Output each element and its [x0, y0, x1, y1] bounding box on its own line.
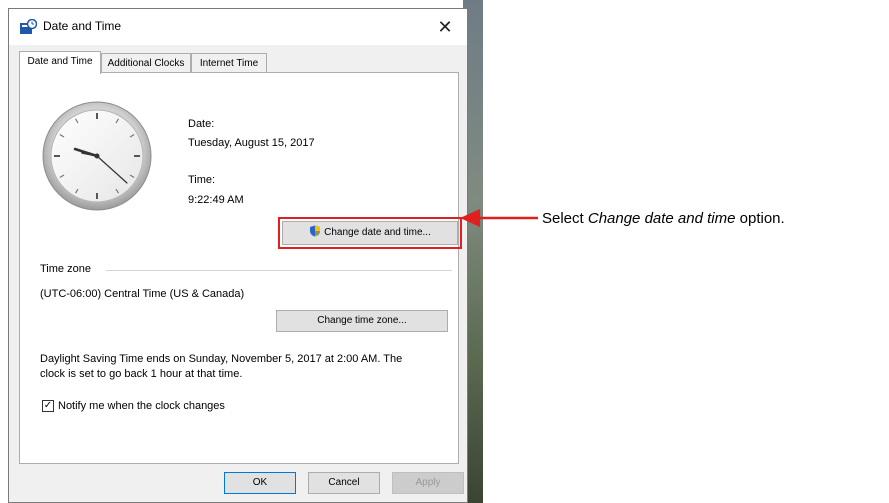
title-bar: Date and Time ✕ [9, 9, 467, 45]
close-icon[interactable]: ✕ [433, 15, 457, 39]
tab-date-and-time[interactable]: Date and Time [19, 51, 101, 74]
timezone-divider [106, 270, 452, 271]
date-time-dialog: Date and Time ✕ Date and Time Additional… [8, 8, 468, 503]
timezone-section-label: Time zone [40, 263, 91, 275]
instruction-annotation: Select Change date and time option. [542, 210, 785, 227]
tab-additional-clocks[interactable]: Additional Clocks [101, 53, 191, 73]
timezone-value: (UTC-06:00) Central Time (US & Canada) [40, 288, 245, 300]
annotation-prefix: Select [542, 210, 588, 227]
cancel-button[interactable]: Cancel [308, 472, 380, 494]
apply-button[interactable]: Apply [392, 472, 464, 494]
notify-label: Notify me when the clock changes [58, 400, 225, 412]
date-time-panel: Date: Tuesday, August 15, 2017 Time: 9:2… [19, 72, 462, 464]
ok-button[interactable]: OK [224, 472, 296, 494]
uac-shield-icon [310, 225, 321, 237]
dst-text-line-1: Daylight Saving Time ends on Sunday, Nov… [40, 353, 403, 365]
change-date-time-label: Change date and time... [324, 227, 431, 238]
red-arrow-pointer [460, 209, 538, 227]
annotation-emphasis: Change date and time [587, 210, 736, 227]
change-date-time-button[interactable]: Change date and time... [282, 221, 458, 245]
tab-internet-time[interactable]: Internet Time [191, 53, 267, 73]
window-title: Date and Time [43, 19, 122, 33]
time-label: Time: [188, 174, 216, 186]
analog-clock-icon [42, 101, 152, 211]
time-value: 9:22:49 AM [188, 194, 244, 206]
notify-checkbox[interactable]: ✓ [42, 400, 54, 412]
date-value: Tuesday, August 15, 2017 [188, 137, 315, 149]
date-time-app-icon [20, 19, 37, 34]
date-label: Date: [188, 118, 215, 130]
dst-text-line-2: clock is set to go back 1 hour at that t… [40, 368, 243, 380]
change-time-zone-button[interactable]: Change time zone... [276, 310, 448, 332]
annotation-suffix: option. [735, 210, 785, 227]
